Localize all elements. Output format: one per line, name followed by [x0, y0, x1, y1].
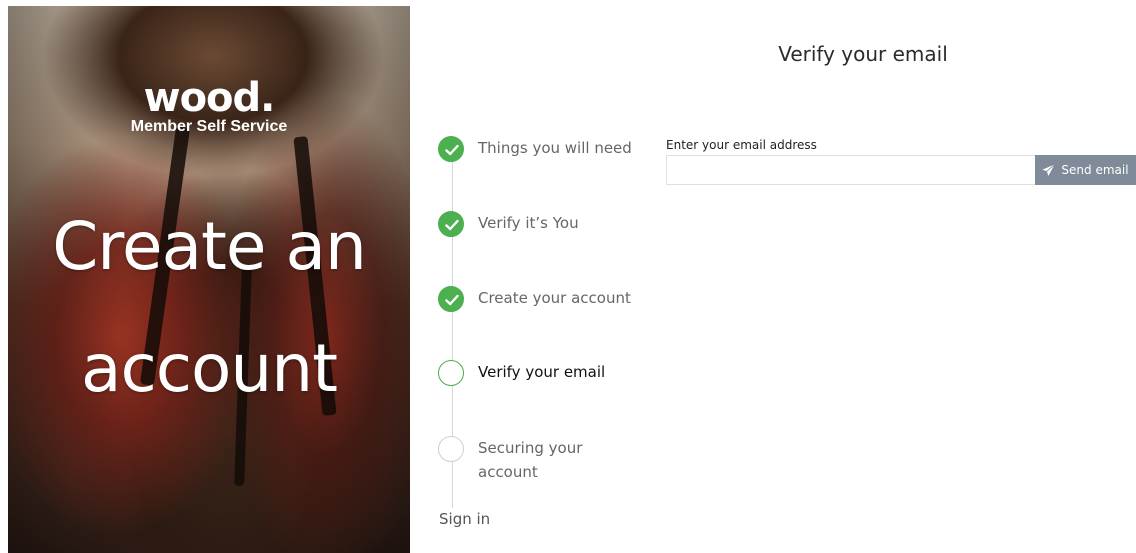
email-input[interactable] [666, 155, 1035, 185]
hero-image: wood. Member Self Service Create an acco… [8, 6, 410, 553]
progress-steps: Things you will need Verify it’s You Cre… [438, 0, 658, 553]
step-things-you-will-need: Things you will need [438, 136, 632, 162]
step-complete-indicator [438, 211, 464, 237]
send-email-label: Send email [1061, 163, 1129, 177]
brand-subtitle: Member Self Service [130, 118, 288, 135]
hero-title-line2: account [81, 330, 338, 407]
step-create-your-account: Create your account [438, 286, 631, 312]
paper-plane-icon [1042, 163, 1056, 176]
step-securing-your-account: Securing your account [438, 436, 618, 484]
send-email-button[interactable]: Send email [1035, 155, 1136, 185]
step-complete-indicator [438, 136, 464, 162]
step-label: Create your account [478, 289, 631, 307]
step-verify-your-email: Verify your email [438, 360, 605, 386]
step-label: Things you will need [478, 139, 632, 157]
step-label: Verify your email [478, 363, 606, 381]
step-complete-indicator [438, 286, 464, 312]
wood-logo: wood. [143, 75, 276, 121]
check-icon [445, 294, 459, 306]
step-verify-its-you: Verify it’s You [438, 211, 579, 237]
step-current-indicator [438, 360, 464, 386]
step-pending-indicator [438, 436, 464, 462]
step-label: Securing your account [478, 439, 583, 481]
page-title: Verify your email [778, 42, 948, 66]
step-label: Verify it’s You [478, 214, 579, 232]
sign-in-link[interactable]: Sign in [439, 510, 490, 528]
check-icon [445, 219, 459, 231]
check-icon [445, 144, 459, 156]
brand: wood. Member Self Service [8, 76, 410, 136]
hero-title-line1: Create an [52, 208, 367, 285]
email-field-label: Enter your email address [666, 138, 817, 152]
